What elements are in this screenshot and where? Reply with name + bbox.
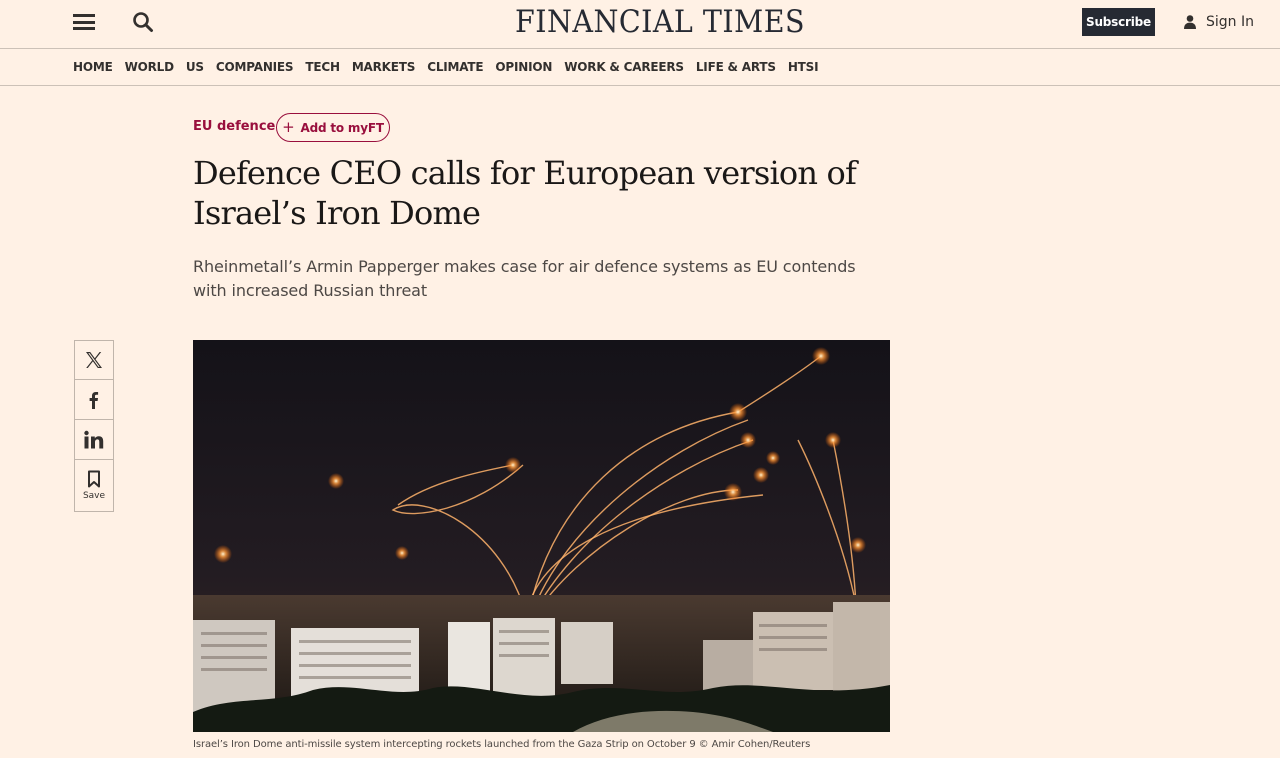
article-standfirst: Rheinmetall’s Armin Papperger makes case… xyxy=(193,257,856,300)
linkedin-icon xyxy=(84,430,104,448)
subscribe-button[interactable]: Subscribe xyxy=(1082,8,1155,36)
article-headline: Defence CEO calls for European version o… xyxy=(193,154,857,232)
nav-item-life-arts[interactable]: LIFE & ARTS xyxy=(696,60,776,76)
facebook-icon xyxy=(89,391,99,409)
article-hero-image xyxy=(193,340,890,732)
main-navigation: HOME WORLD US COMPANIES TECH MARKETS CLI… xyxy=(73,60,830,76)
nav-item-climate[interactable]: CLIMATE xyxy=(427,60,483,76)
nav-item-companies[interactable]: COMPANIES xyxy=(216,60,294,76)
nav-item-world[interactable]: WORLD xyxy=(125,60,174,76)
add-to-myft-label: Add to myFT xyxy=(300,120,385,135)
sign-in-link[interactable]: Sign In xyxy=(1182,12,1254,32)
nav-item-work-careers[interactable]: WORK & CAREERS xyxy=(564,60,684,76)
share-linkedin-button[interactable] xyxy=(74,420,114,460)
iron-dome-night-photo xyxy=(193,340,890,732)
share-x-button[interactable] xyxy=(74,340,114,380)
masthead-logo[interactable]: FINANCIAL TIMES xyxy=(458,4,863,40)
user-icon xyxy=(1184,15,1196,29)
header-divider xyxy=(0,48,1280,49)
nav-item-tech[interactable]: TECH xyxy=(305,60,340,76)
topic-link[interactable]: EU defence xyxy=(193,119,275,134)
save-label: Save xyxy=(82,491,106,501)
nav-item-htsi[interactable]: HTSI xyxy=(788,60,819,76)
image-caption: Israel’s Iron Dome anti-missile system i… xyxy=(193,739,811,750)
share-facebook-button[interactable] xyxy=(74,380,114,420)
add-to-myft-button[interactable]: + Add to myFT xyxy=(276,113,390,142)
nav-item-home[interactable]: HOME xyxy=(73,60,113,76)
x-icon xyxy=(86,352,102,368)
bookmark-icon xyxy=(88,470,100,488)
sign-in-label: Sign In xyxy=(1206,14,1254,30)
nav-item-markets[interactable]: MARKETS xyxy=(352,60,416,76)
save-article-button[interactable]: Save xyxy=(74,460,114,512)
top-bar: FINANCIAL TIMES Subscribe Sign In xyxy=(0,0,1280,48)
nav-divider xyxy=(0,85,1280,86)
search-icon[interactable] xyxy=(132,11,154,33)
menu-icon[interactable] xyxy=(73,13,95,31)
plus-icon: + xyxy=(282,118,295,136)
nav-item-opinion[interactable]: OPINION xyxy=(495,60,552,76)
share-toolbar: Save xyxy=(74,340,114,512)
nav-item-us[interactable]: US xyxy=(186,60,204,76)
